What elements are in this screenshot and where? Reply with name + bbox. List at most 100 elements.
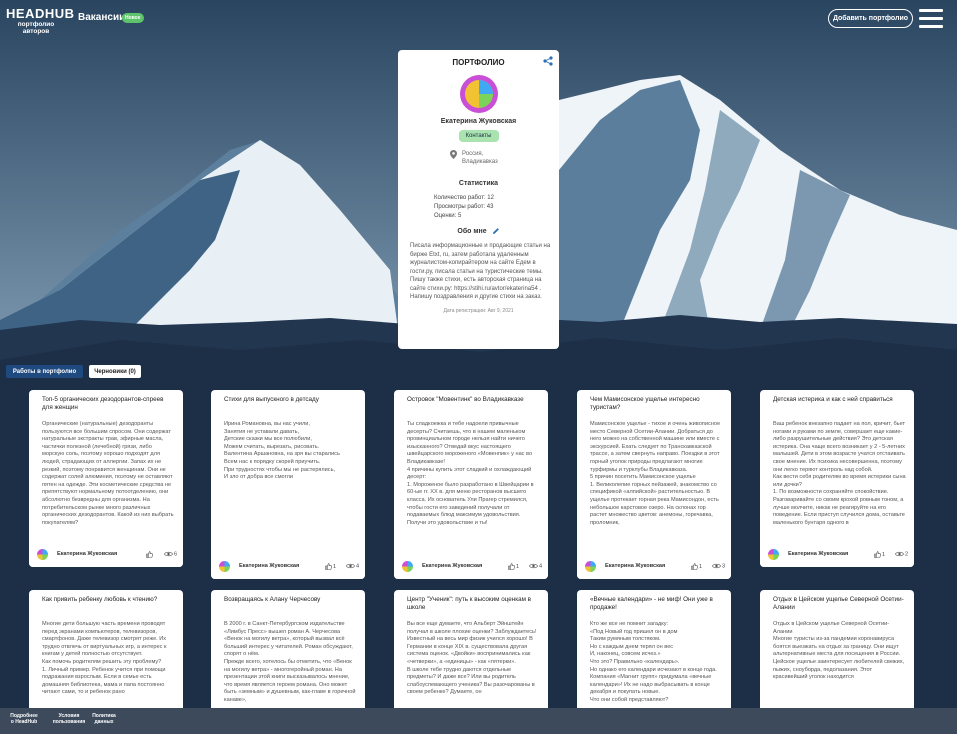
footer-link-about-line2: о HeadHub bbox=[10, 719, 38, 725]
portfolio-card[interactable]: «Вечные календари» - не миф! Они уже в п… bbox=[577, 590, 731, 720]
views-count: 6 bbox=[173, 551, 177, 558]
location-city: Владикавказ bbox=[462, 159, 498, 165]
eye-icon bbox=[894, 551, 904, 557]
portfolio-card[interactable]: Центр "Ученик": путь к высоким оценкам в… bbox=[394, 590, 548, 720]
hamburger-line bbox=[919, 17, 943, 20]
eye-icon bbox=[345, 563, 355, 569]
card-author: Екатерина Жуковская bbox=[239, 563, 300, 569]
stats-title: Статистика bbox=[458, 180, 499, 187]
card-title[interactable]: «Вечные календари» - не миф! Они уже в п… bbox=[590, 596, 721, 612]
about-title-text: Обо мне bbox=[457, 227, 487, 235]
card-footer: Екатерина Жуковская 1 4 bbox=[394, 555, 548, 579]
card-author: Екатерина Жуковская bbox=[605, 563, 666, 569]
card-likes[interactable]: 1 bbox=[325, 563, 336, 570]
card-title[interactable]: Островок "Мовентинк" во Владикавказе bbox=[407, 396, 538, 404]
likes-count: 1 bbox=[881, 551, 885, 558]
card-title[interactable]: Топ-5 органических дезодорантов-спреев д… bbox=[42, 396, 173, 412]
likes-count: 1 bbox=[698, 563, 702, 570]
views-count: 2 bbox=[904, 551, 908, 558]
thumbs-up-icon bbox=[691, 563, 698, 570]
card-title[interactable]: Как привить ребенку любовь к чтению? bbox=[42, 596, 173, 604]
card-title[interactable]: Стихи для выпускного в детсаду bbox=[224, 396, 355, 404]
footer: Подробнее о HeadHub Условия пользования … bbox=[0, 708, 957, 734]
likes-count: 1 bbox=[332, 563, 336, 570]
card-views: 4 bbox=[345, 563, 359, 570]
portfolio-card[interactable]: Стихи для выпускного в детсаду Ирина Ром… bbox=[211, 390, 365, 579]
eye-icon bbox=[711, 563, 721, 569]
card-author: Екатерина Жуковская bbox=[422, 563, 483, 569]
footer-link-privacy[interactable]: Политика данных bbox=[86, 713, 122, 725]
tab-portfolio-works[interactable]: Работы в портфолио bbox=[6, 365, 83, 378]
card-title[interactable]: Центр "Ученик": путь к высоким оценкам в… bbox=[407, 596, 538, 612]
card-text: Отдых в Цейском ущелье Северной Осетии-А… bbox=[773, 621, 905, 681]
footer-link-about[interactable]: Подробнее о HeadHub bbox=[4, 713, 44, 725]
avatar bbox=[459, 75, 498, 113]
portfolio-card[interactable]: Топ-5 органических дезодорантов-спреев д… bbox=[29, 390, 183, 567]
card-likes[interactable]: 1 bbox=[508, 563, 519, 570]
stat-views: Просмотры работ: 43 bbox=[434, 204, 494, 210]
author-avatar bbox=[37, 549, 48, 560]
contacts-button[interactable]: Контакты bbox=[458, 130, 499, 142]
card-footer: Екатерина Жуковская 1 3 bbox=[577, 555, 731, 579]
author-avatar bbox=[219, 561, 230, 572]
card-footer: Екатерина Жуковская 1 4 bbox=[211, 555, 365, 579]
eye-icon bbox=[528, 563, 538, 569]
hamburger-line bbox=[919, 25, 943, 28]
hamburger-icon[interactable] bbox=[919, 9, 943, 29]
profile-name: Екатерина Жуковская bbox=[440, 118, 517, 125]
card-likes[interactable]: 1 bbox=[691, 563, 702, 570]
card-text: Кто же все не помнит загадку: «Под Новый… bbox=[590, 621, 717, 703]
stat-works: Количество работ: 12 bbox=[434, 195, 494, 201]
views-count: 4 bbox=[355, 563, 359, 570]
card-title[interactable]: Детская истерика и как с ней справиться bbox=[773, 396, 904, 404]
card-title[interactable]: Возвращаясь к Алану Черчесову bbox=[224, 596, 355, 604]
portfolio-card[interactable]: Чем Мамисонское ущелье интересно туриста… bbox=[577, 390, 731, 579]
card-text: Вы все еще думаете, что Альберт Эйнштейн… bbox=[407, 621, 537, 696]
location-pin-icon bbox=[450, 150, 457, 159]
portfolio-card[interactable]: Возвращаясь к Алану Черчесову В 2000 г. … bbox=[211, 590, 365, 720]
about-title: Обо мне bbox=[406, 227, 551, 235]
nav-vacancies-link[interactable]: Вакансии bbox=[78, 12, 125, 23]
profile-card: ПОРТФОЛИО Екатерина Жуковская Контакты Р… bbox=[398, 50, 559, 349]
new-badge: Новое bbox=[122, 13, 144, 23]
card-title[interactable]: Чем Мамисонское ущелье интересно туриста… bbox=[590, 396, 721, 412]
logo-subtitle-line2: авторов bbox=[22, 28, 50, 35]
likes-count: 1 bbox=[515, 563, 519, 570]
thumbs-up-icon bbox=[146, 551, 153, 558]
share-icon[interactable] bbox=[543, 56, 553, 66]
card-text: Мамисонское ущелье - тихое и очень живоп… bbox=[590, 421, 721, 526]
card-likes[interactable] bbox=[146, 551, 154, 558]
card-views: 6 bbox=[163, 551, 177, 558]
stat-ratings: Оценки: 5 bbox=[434, 213, 462, 219]
card-text: Ваш ребенок внезапно падает на пол, крич… bbox=[773, 421, 906, 526]
card-text: Органические (натуральные) дезодоранты п… bbox=[42, 421, 174, 526]
portfolio-card[interactable]: Островок "Мовентинк" во Владикавказе Ты … bbox=[394, 390, 548, 579]
card-views: 2 bbox=[894, 551, 908, 558]
stats-list: Количество работ: 12 Просмотры работ: 43… bbox=[434, 194, 551, 221]
card-likes[interactable]: 1 bbox=[874, 551, 885, 558]
card-text: Ты сладкоежка и тебе надоели привычные д… bbox=[407, 421, 534, 526]
card-footer: Екатерина Жуковская 6 bbox=[29, 543, 183, 567]
portfolio-card[interactable]: Как привить ребенку любовь к чтению? Мно… bbox=[29, 590, 183, 720]
thumbs-up-icon bbox=[325, 563, 332, 570]
add-portfolio-button[interactable]: Добавить портфолио bbox=[828, 9, 913, 28]
thumbs-up-icon bbox=[874, 551, 881, 558]
card-footer: Екатерина Жуковская 1 2 bbox=[760, 543, 914, 567]
card-title[interactable]: Отдых в Цейском ущелье Северной Осетии-А… bbox=[773, 596, 904, 612]
top-header: HEADHUB портфолио авторов Вакансии Новое… bbox=[0, 0, 957, 40]
portfolio-card[interactable]: Детская истерика и как с ней справиться … bbox=[760, 390, 914, 567]
author-avatar bbox=[402, 561, 413, 572]
footer-link-privacy-line2: данных bbox=[94, 719, 114, 725]
logo-subtitle-line1: портфолио bbox=[17, 21, 55, 28]
pencil-icon[interactable] bbox=[492, 227, 500, 235]
card-text: Ирина Романовна, вы нас учили, Занятия н… bbox=[224, 421, 340, 481]
card-text: В 2000 г. в Санкт-Петербургском издатель… bbox=[224, 621, 356, 703]
headhub-logo[interactable]: HEADHUB портфолио авторов bbox=[6, 6, 75, 35]
portfolio-card[interactable]: Отдых в Цейском ущелье Северной Осетии-А… bbox=[760, 590, 914, 720]
author-avatar bbox=[585, 561, 596, 572]
registration-date: Дата регистрации: Авг 9, 2021 bbox=[443, 307, 514, 314]
logo-title: HEADHUB bbox=[6, 6, 75, 21]
card-text: Многие дети большую часть времени провод… bbox=[42, 621, 167, 696]
thumbs-up-icon bbox=[508, 563, 515, 570]
tab-drafts[interactable]: Черновики (0) bbox=[89, 365, 141, 378]
